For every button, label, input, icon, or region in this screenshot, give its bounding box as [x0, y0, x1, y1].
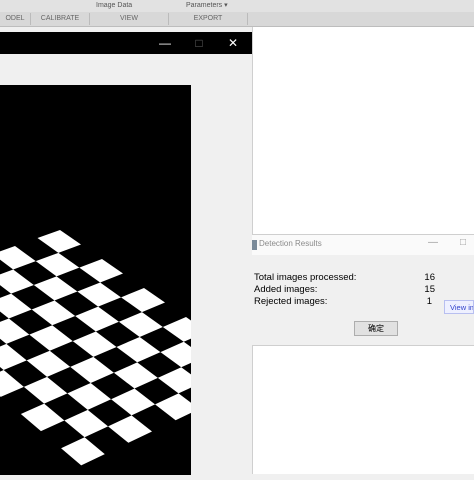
detection-results-dialog: Detection Results — □ Total images proce…	[252, 234, 474, 346]
checkerboard-square	[0, 370, 24, 397]
checkerboard-square	[33, 276, 78, 301]
calibration-image	[0, 85, 249, 475]
checkerboard-square	[118, 312, 163, 337]
checkerboard-square	[0, 293, 32, 319]
checkerboard-square	[160, 341, 205, 368]
checkerboard-square	[0, 269, 34, 294]
checkerboard-square	[37, 230, 81, 253]
checkerboard-square	[67, 383, 112, 410]
view-images-button[interactable]: View images	[444, 300, 474, 314]
image-preview-window: — □ ✕	[0, 32, 252, 475]
checkerboard-square	[116, 336, 161, 363]
checkerboard-square	[75, 306, 119, 332]
dialog-maximize-button[interactable]: □	[460, 237, 466, 248]
checkerboard-image	[0, 230, 249, 466]
checkerboard-square	[155, 393, 200, 421]
checkerboard-square	[26, 350, 71, 377]
checkerboard-square	[77, 282, 122, 307]
checkerboard-square	[35, 252, 80, 277]
checkerboard-square	[29, 325, 73, 351]
checkerboard-square	[157, 367, 203, 394]
checkerboard-square	[20, 403, 65, 432]
image-data-button[interactable]: Image Data	[96, 0, 132, 11]
checkerboard-square	[121, 288, 165, 313]
toolstrip: Image Data Parameters ▾ ODEL CALIBRATE V…	[0, 0, 474, 27]
close-button[interactable]: ✕	[216, 32, 250, 54]
rejected-images-label: Rejected images:	[254, 296, 328, 307]
checkerboard-square	[72, 331, 117, 357]
checkerboard-square	[70, 356, 114, 384]
checkerboard-square	[108, 415, 152, 443]
toolstrip-top-row	[0, 0, 474, 12]
section-model: ODEL	[0, 13, 31, 25]
checkerboard-square	[111, 388, 156, 416]
checkerboard-square	[162, 317, 207, 342]
dialog-title: Detection Results	[259, 239, 322, 248]
maximize-button[interactable]: □	[182, 32, 216, 54]
checkerboard-square	[0, 246, 36, 270]
total-images-label: Total images processed:	[254, 272, 357, 283]
section-view: VIEW	[90, 13, 169, 25]
added-images-value: 15	[424, 284, 435, 295]
section-calibrate: CALIBRATE	[31, 13, 90, 25]
section-export: EXPORT	[169, 13, 248, 25]
minimize-button[interactable]: —	[148, 32, 182, 54]
checkerboard-square	[79, 259, 123, 283]
added-images-label: Added images:	[254, 284, 318, 295]
matlab-icon	[252, 240, 257, 250]
parameters-dropdown[interactable]: Parameters ▾	[186, 0, 228, 11]
checkerboard-square	[23, 376, 68, 404]
ok-button[interactable]: 确定	[354, 321, 398, 336]
dialog-titlebar[interactable]: Detection Results — □	[252, 235, 474, 255]
checkerboard-square	[0, 343, 27, 371]
checkerboard-square	[113, 362, 158, 389]
rejected-images-value: 1	[426, 296, 432, 307]
checkerboard-square	[31, 300, 76, 326]
total-images-value: 16	[424, 272, 435, 283]
checkerboard-square	[61, 437, 105, 466]
checkerboard-square	[0, 318, 30, 344]
image-window-titlebar[interactable]: — □ ✕	[0, 32, 252, 54]
dialog-minimize-button[interactable]: —	[428, 237, 438, 248]
checkerboard-square	[64, 409, 109, 438]
